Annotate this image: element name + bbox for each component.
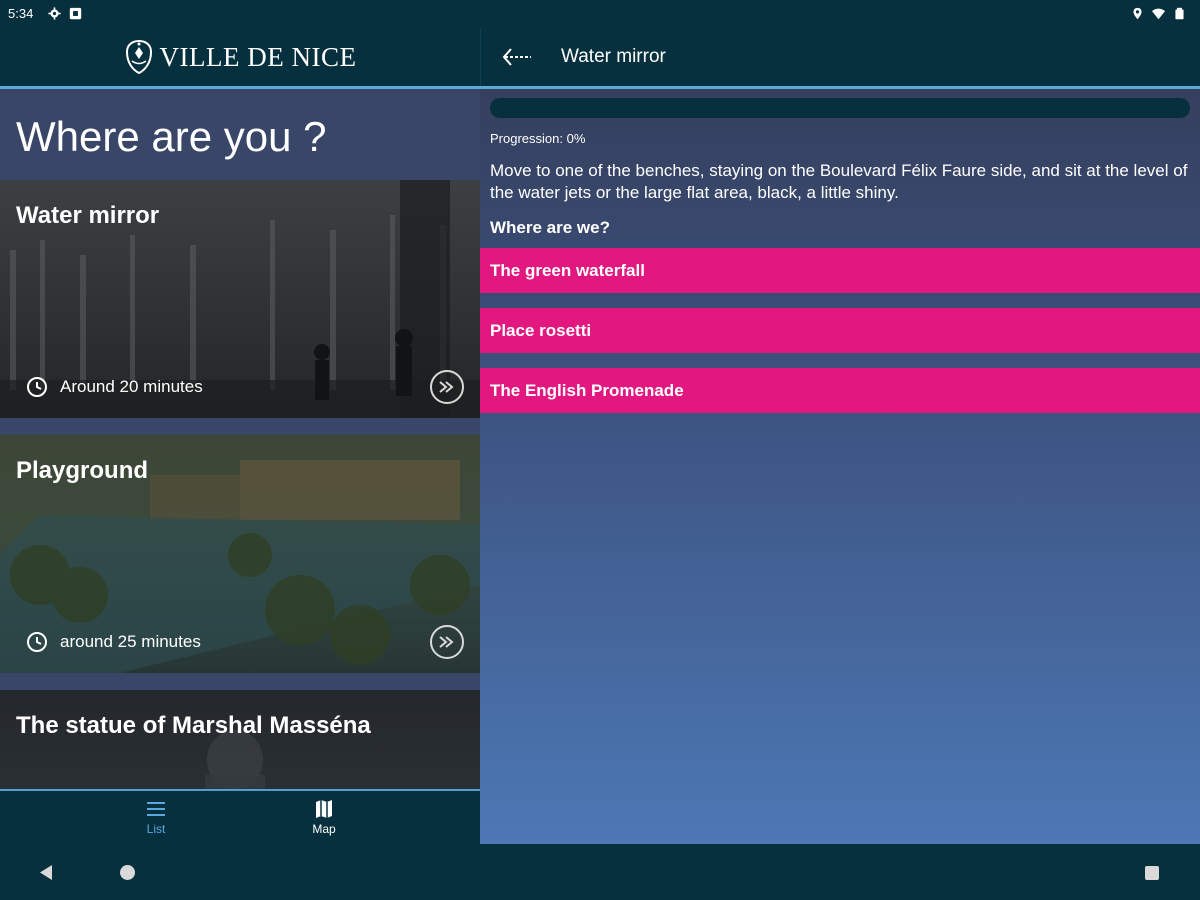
detail-title: Water mirror	[561, 46, 666, 67]
nav-tab-list[interactable]: List	[126, 799, 186, 836]
back-arrow-icon[interactable]	[501, 46, 535, 68]
answer-button-green-waterfall[interactable]: The green waterfall	[480, 248, 1200, 293]
answer-button-english-promenade[interactable]: The English Promenade	[480, 368, 1200, 413]
tour-list-panel: VILLE DE NICE Where are you ? Water mirr…	[0, 28, 480, 844]
system-home-icon[interactable]	[120, 865, 135, 880]
status-bar: 5:34	[0, 0, 1200, 28]
system-back-icon[interactable]	[38, 864, 54, 881]
detail-header: Water mirror	[480, 28, 1200, 86]
app-header: VILLE DE NICE	[0, 28, 480, 86]
card-title: The statue of Marshal Masséna	[16, 712, 371, 739]
card-title: Water mirror	[16, 202, 160, 229]
location-icon	[1133, 7, 1142, 20]
card-title: Playground	[16, 457, 149, 484]
card-duration: Around 20 minutes	[26, 376, 203, 398]
gear-icon	[48, 7, 61, 20]
list-title: Where are you ?	[16, 113, 327, 160]
answer-button-place-rosetti[interactable]: Place rosetti	[480, 308, 1200, 353]
status-time: 5:34	[8, 6, 34, 21]
start-tour-button[interactable]	[430, 370, 464, 404]
system-navigation-bar	[0, 844, 1200, 900]
tour-card-water-mirror[interactable]: Water mirror Around 20 minutes	[0, 180, 480, 418]
system-recents-icon[interactable]	[1145, 866, 1159, 880]
progress-label: Progression: 0%	[490, 131, 586, 146]
clock-icon	[27, 632, 47, 652]
card-duration: around 25 minutes	[26, 631, 201, 653]
instruction-text: Move to one of the benches, staying on t…	[490, 161, 1188, 202]
start-tour-button[interactable]	[430, 625, 464, 659]
nav-tab-label: List	[146, 822, 166, 836]
map-icon	[316, 800, 332, 818]
battery-icon	[1175, 7, 1184, 20]
city-crest-icon	[125, 39, 152, 75]
notification-icon	[69, 7, 82, 20]
card-duration-text: Around 20 minutes	[60, 377, 203, 396]
forward-arrow-icon	[439, 381, 454, 393]
clock-icon	[27, 377, 47, 397]
card-duration-text: around 25 minutes	[60, 632, 201, 651]
progress-bar	[490, 98, 1190, 118]
wifi-icon	[1152, 8, 1165, 20]
bottom-navigation: List Map	[0, 789, 480, 844]
nav-tab-map[interactable]: Map	[294, 799, 354, 836]
tour-list[interactable]: Where are you ? Water mirror Around 20 m…	[0, 89, 480, 789]
question-panel: Progression: 0% Move to one of the bench…	[480, 89, 1200, 844]
tour-card-massena-statue[interactable]: The statue of Marshal Masséna	[0, 690, 480, 789]
list-icon	[147, 802, 165, 816]
nav-tab-label: Map	[312, 822, 336, 836]
tour-card-playground[interactable]: Playground around 25 minutes	[0, 435, 480, 673]
forward-arrow-icon	[439, 636, 454, 648]
question-text: Where are we?	[490, 218, 610, 237]
app-logo-text: VILLE DE NICE	[159, 41, 357, 72]
